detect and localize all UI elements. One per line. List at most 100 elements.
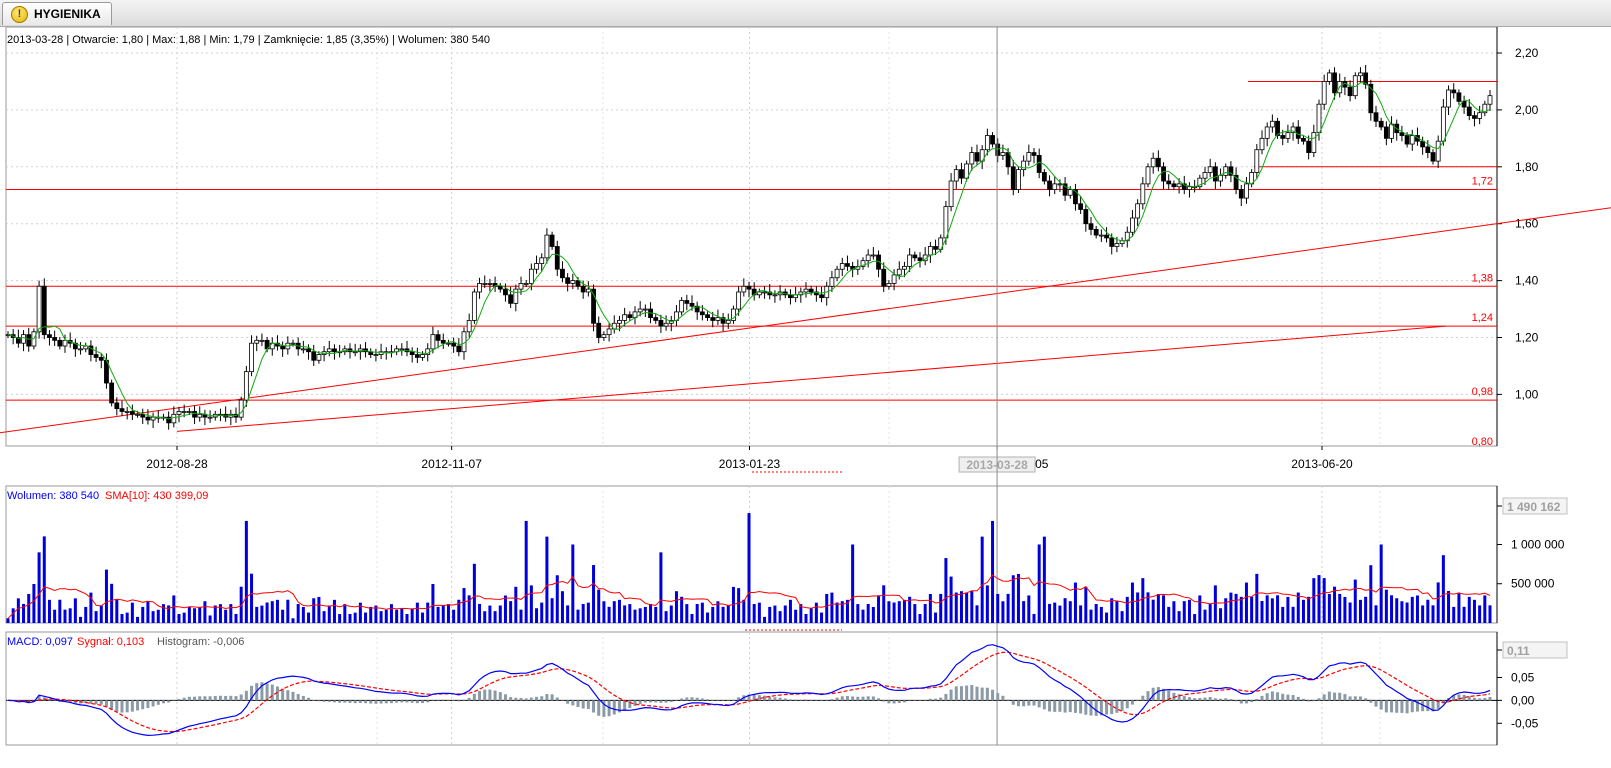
candle-body: [642, 308, 648, 311]
candle-body: [1254, 149, 1260, 173]
macd-histogram-bar: [566, 700, 570, 704]
macd-histogram-bar: [1296, 696, 1300, 701]
candle-body: [927, 246, 933, 256]
candle-body: [440, 339, 446, 344]
volume-bar: [296, 603, 300, 623]
volume-bar: [136, 616, 140, 623]
volume-bar: [991, 520, 995, 623]
volume-bar: [1441, 555, 1445, 623]
volume-bar: [1172, 601, 1176, 623]
volume-bar: [695, 603, 699, 623]
volume-bar: [234, 613, 238, 623]
candle-body: [617, 320, 622, 324]
macd-histogram-bar: [809, 699, 813, 701]
candle-body: [243, 371, 249, 401]
candle-body: [762, 291, 767, 294]
macd-histogram-bar: [835, 697, 839, 701]
volume-bar: [1162, 595, 1166, 623]
candle-body: [865, 254, 871, 262]
volume-bar: [535, 608, 539, 623]
candle-body: [912, 254, 918, 259]
volume-bar: [115, 599, 119, 623]
macd-histogram-bar: [151, 700, 155, 707]
volume-bar: [742, 599, 746, 623]
candle-body: [575, 280, 581, 287]
macd-histogram-bar: [581, 700, 585, 709]
candle-body: [1399, 132, 1405, 136]
tab-hygienika[interactable]: ! HYGIENIKA: [2, 2, 112, 25]
macd-histogram-bar: [773, 697, 777, 701]
candle-body: [1321, 81, 1327, 105]
candle-body: [1487, 95, 1493, 105]
volume-bar: [47, 599, 51, 623]
candle-body: [601, 334, 607, 338]
macd-histogram-bar: [1488, 696, 1492, 701]
volume-bar: [322, 611, 326, 623]
macd-histogram-bar: [545, 693, 549, 701]
macd-histogram-bar: [307, 697, 311, 701]
macd-histogram-bar: [1338, 692, 1342, 701]
volume-bar: [752, 603, 756, 623]
volume-bar: [1048, 603, 1052, 623]
volume-bar: [1452, 606, 1456, 623]
candle-body: [1104, 234, 1109, 239]
volume-bar: [353, 612, 357, 623]
candle-body: [57, 339, 63, 347]
macd-histogram-bar: [845, 696, 849, 701]
macd-histogram-bar: [996, 693, 1000, 701]
candle-body: [902, 265, 907, 270]
macd-histogram-bar: [99, 700, 103, 705]
volume-bar: [1281, 606, 1285, 623]
volume-bar: [498, 605, 502, 623]
macd-histogram-bar: [643, 700, 647, 703]
macd-histogram-bar: [369, 700, 373, 704]
volume-bar: [1053, 602, 1057, 623]
volume-bar: [389, 604, 393, 623]
candle-body: [756, 291, 762, 296]
macd-histogram-bar: [934, 698, 938, 701]
candle-body: [47, 334, 52, 338]
macd-histogram-bar: [980, 687, 984, 701]
macd-histogram-bar: [213, 695, 217, 701]
macd-histogram-bar: [576, 700, 580, 707]
volume-bar: [788, 599, 792, 623]
macd-histogram-bar: [312, 700, 316, 701]
macd-histogram-bar: [902, 700, 906, 703]
macd-histogram-bar: [1307, 700, 1311, 702]
date-axis-label: 2012-08-28: [146, 457, 208, 471]
volume-bar: [120, 613, 124, 623]
volume-bar: [1156, 594, 1160, 623]
macd-histogram-bar: [633, 700, 637, 706]
volume-bar: [1141, 578, 1145, 623]
volume-bar: [493, 611, 497, 623]
macd-histogram-bar: [654, 700, 658, 703]
macd-histogram-bar: [1343, 694, 1347, 701]
volume-bar: [918, 613, 922, 623]
macd-histogram-bar: [426, 700, 430, 703]
volume-bar: [369, 606, 373, 623]
chart-area[interactable]: 2,202,001,801,601,401,201,002012-08-28 20…: [0, 27, 1611, 768]
volume-bar: [130, 602, 134, 623]
macd-histogram-bar: [1042, 700, 1046, 710]
macd-histogram-bar: [985, 687, 989, 701]
volume-bar: [1312, 578, 1316, 623]
volume-bar: [737, 588, 741, 623]
candle-body: [772, 294, 778, 297]
macd-histogram-bar: [1384, 700, 1388, 713]
candle-body: [1052, 183, 1058, 190]
candle-body: [1036, 155, 1042, 173]
candle-body: [1404, 135, 1410, 145]
volume-bar: [1457, 592, 1461, 623]
candle-body: [1244, 183, 1249, 199]
volume-bar: [1187, 599, 1191, 623]
macd-histogram-bar: [410, 700, 414, 703]
price-axis-label: 2,20: [1515, 46, 1539, 60]
macd-histogram-bar: [130, 700, 134, 712]
macd-histogram-bar: [234, 696, 238, 701]
macd-histogram-bar: [327, 700, 331, 702]
volume-bar: [778, 611, 782, 623]
candle-body: [1031, 152, 1037, 156]
volume-bar: [281, 609, 285, 623]
horizontal-level-label: 1,24: [1472, 312, 1493, 324]
candle-body: [1223, 166, 1229, 176]
